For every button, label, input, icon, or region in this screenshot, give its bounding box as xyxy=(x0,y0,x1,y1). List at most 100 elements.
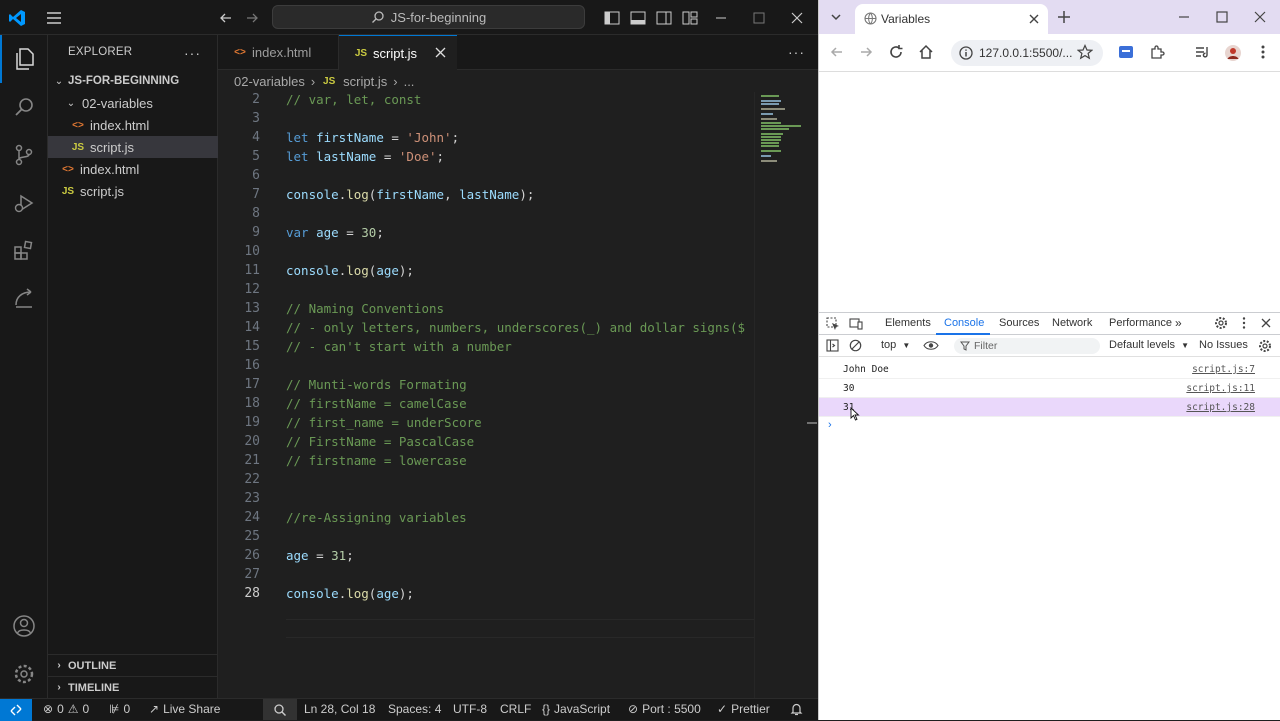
tab-script-js[interactable]: JS script.js xyxy=(339,35,457,70)
ports-status[interactable]: ⊯ 0 xyxy=(109,702,130,716)
indentation[interactable]: Spaces: 4 xyxy=(388,702,441,716)
explorer-more-actions-icon[interactable]: ··· xyxy=(184,45,201,61)
more-tabs-chevron-icon[interactable]: » xyxy=(1175,316,1182,330)
browser-window: Variables 127.0.0.1:5500/... Elements Co… xyxy=(818,0,1280,720)
problems-status[interactable]: ⊗ 0 ⚠ 0 xyxy=(43,702,89,716)
extensions-icon[interactable] xyxy=(0,227,48,275)
encoding[interactable]: UTF-8 xyxy=(453,702,487,716)
site-info-icon[interactable] xyxy=(959,46,973,60)
console-settings-gear-icon[interactable] xyxy=(1258,339,1272,353)
browser-menu-icon[interactable] xyxy=(1255,44,1273,62)
browser-forward-icon[interactable] xyxy=(858,44,876,62)
run-debug-icon[interactable] xyxy=(0,179,48,227)
source-control-icon[interactable] xyxy=(0,131,48,179)
clear-console-icon[interactable] xyxy=(849,339,862,352)
console-source-link[interactable]: script.js:28 xyxy=(1186,402,1255,413)
tree-file-index-html[interactable]: <> index.html xyxy=(48,158,218,180)
close-window-icon[interactable] xyxy=(788,9,806,27)
console-source-link[interactable]: script.js:7 xyxy=(1192,364,1255,375)
live-server-port[interactable]: ⊘ Port : 5500 xyxy=(628,702,701,716)
explorer-icon[interactable] xyxy=(0,35,48,83)
live-expression-eye-icon[interactable] xyxy=(923,339,939,352)
maximize-icon[interactable] xyxy=(750,9,768,27)
new-tab-icon[interactable] xyxy=(1056,9,1072,25)
remote-explorer-icon[interactable] xyxy=(0,275,48,323)
toggle-secondary-sidebar-icon[interactable] xyxy=(655,9,673,27)
tree-file-script-js[interactable]: JS script.js xyxy=(48,180,218,202)
editor-more-actions-icon[interactable]: ··· xyxy=(788,44,805,60)
remote-indicator[interactable] xyxy=(0,699,32,721)
command-center-search[interactable]: JS-for-beginning xyxy=(272,5,585,29)
line-number: 8 xyxy=(252,206,260,221)
extension-icon[interactable] xyxy=(1118,44,1136,62)
devtools-tab-elements[interactable]: Elements xyxy=(885,317,931,329)
breadcrumb-file[interactable]: script.js xyxy=(343,74,387,89)
bookmark-star-icon[interactable] xyxy=(1077,44,1095,62)
devtools-tab-sources[interactable]: Sources xyxy=(999,317,1039,329)
reload-icon[interactable] xyxy=(888,44,906,62)
browser-close-icon[interactable] xyxy=(1253,10,1267,24)
live-share-button[interactable]: ↗ Live Share xyxy=(149,702,220,716)
context-selector[interactable]: top ▼ xyxy=(881,339,910,351)
issues-counter[interactable]: No Issues xyxy=(1199,339,1248,351)
timeline-section[interactable]: › TIMELINE xyxy=(48,676,218,698)
back-arrow-icon[interactable] xyxy=(217,9,235,27)
notifications-bell-icon[interactable] xyxy=(790,702,803,716)
cursor-position[interactable]: Ln 28, Col 18 xyxy=(304,702,375,716)
tree-file-script-js-nested[interactable]: JS script.js xyxy=(48,136,218,158)
chevron-right-icon: › xyxy=(57,660,61,671)
devtools-tab-network[interactable]: Network xyxy=(1052,317,1092,329)
devtools-settings-gear-icon[interactable] xyxy=(1214,316,1228,330)
devtools-menu-icon[interactable] xyxy=(1239,316,1249,330)
home-icon[interactable] xyxy=(918,44,936,62)
root-folder[interactable]: ⌄ JS-FOR-BEGINNING xyxy=(48,70,218,92)
breadcrumb-folder[interactable]: 02-variables xyxy=(234,74,305,89)
accounts-icon[interactable] xyxy=(0,602,48,650)
close-tab-icon[interactable] xyxy=(434,46,447,59)
tree-file-index-html-nested[interactable]: <> index.html xyxy=(48,114,218,136)
toggle-primary-sidebar-icon[interactable] xyxy=(603,9,621,27)
inspect-element-icon[interactable] xyxy=(826,317,840,331)
browser-tab[interactable]: Variables xyxy=(855,4,1048,34)
console-filter-input[interactable]: Filter xyxy=(954,338,1100,354)
code-line-19: // first_name = underScore xyxy=(286,415,482,430)
browser-back-icon[interactable] xyxy=(829,44,847,62)
menu-icon[interactable] xyxy=(45,9,63,27)
devtools-tab-performance[interactable]: Performance xyxy=(1109,317,1172,329)
minimap[interactable] xyxy=(754,92,818,698)
reading-list-icon[interactable] xyxy=(1194,44,1212,62)
outline-section[interactable]: › OUTLINE xyxy=(48,654,218,676)
tab-index-html[interactable]: <> index.html xyxy=(218,35,339,70)
minimize-icon[interactable] xyxy=(712,9,730,27)
devtools-tab-console[interactable]: Console xyxy=(944,317,984,329)
tree-folder-02-variables[interactable]: ⌄ 02-variables xyxy=(48,92,218,114)
profile-avatar[interactable] xyxy=(1224,44,1242,62)
line-number: 25 xyxy=(244,529,260,544)
log-levels-dropdown[interactable]: Default levels ▼ xyxy=(1109,339,1189,351)
extensions-puzzle-icon[interactable] xyxy=(1149,44,1167,62)
close-tab-icon[interactable] xyxy=(1028,13,1040,25)
customize-layout-icon[interactable] xyxy=(681,9,699,27)
console-sidebar-icon[interactable] xyxy=(826,339,839,352)
language-mode[interactable]: {} JavaScript xyxy=(542,702,610,716)
end-of-line[interactable]: CRLF xyxy=(500,702,531,716)
filter-placeholder: Filter xyxy=(974,340,998,352)
line-number: 26 xyxy=(244,548,260,563)
search-icon[interactable] xyxy=(0,83,48,131)
tab-search-chevron-icon[interactable] xyxy=(829,10,843,24)
console-prompt-chevron-icon[interactable]: › xyxy=(828,419,832,431)
prettier-status[interactable]: ✓ Prettier xyxy=(717,702,770,716)
breadcrumb-more[interactable]: ... xyxy=(404,74,415,89)
forward-arrow-icon[interactable] xyxy=(243,9,261,27)
page-viewport[interactable] xyxy=(819,72,1280,312)
browser-minimize-icon[interactable] xyxy=(1177,10,1191,24)
manage-gear-icon[interactable] xyxy=(0,650,48,698)
code-editor[interactable]: 2 3 4 5 6 7 8 9 10 11 12 13 14 15 16 17 … xyxy=(218,92,754,652)
console-message-text: 30 xyxy=(843,383,855,394)
toggle-panel-icon[interactable] xyxy=(629,9,647,27)
browser-maximize-icon[interactable] xyxy=(1215,10,1229,24)
devtools-close-icon[interactable] xyxy=(1260,317,1272,329)
zoom-search-button[interactable] xyxy=(263,699,297,720)
device-toolbar-icon[interactable] xyxy=(849,317,863,331)
console-source-link[interactable]: script.js:11 xyxy=(1186,383,1255,394)
